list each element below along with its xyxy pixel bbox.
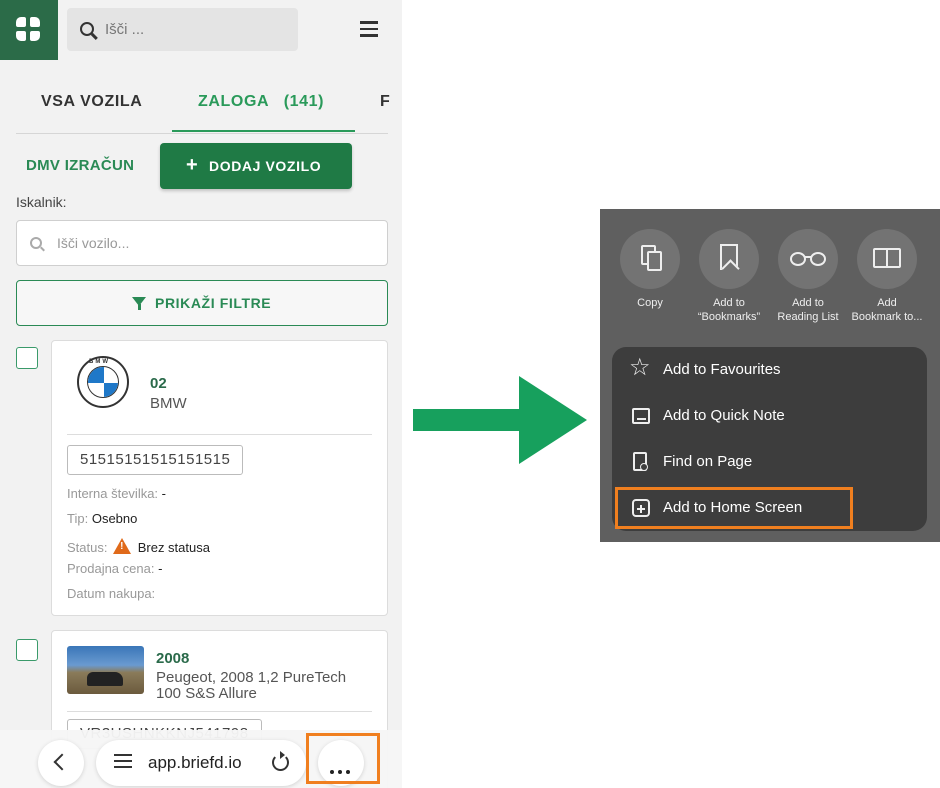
price-value: - <box>158 561 163 576</box>
app-logo[interactable] <box>0 0 58 60</box>
reload-icon[interactable] <box>272 751 289 771</box>
highlight-add-to-home-screen <box>615 487 853 529</box>
share-action-bookmark-to[interactable]: Add Bookmark to... <box>847 229 927 324</box>
share-action-copy[interactable]: Copy <box>610 229 690 310</box>
type-label: Tip: <box>67 511 89 526</box>
plus-icon: + <box>186 154 199 176</box>
vehicle-description-line2: 100 S&S Allure <box>156 685 257 702</box>
status-label: Status: <box>67 540 108 555</box>
glasses-icon <box>790 252 806 266</box>
tab-partial[interactable]: F <box>380 93 390 111</box>
type-value: Osebno <box>91 511 138 526</box>
status-row: Status: Brez statusa <box>67 536 210 555</box>
vehicle-checkbox[interactable] <box>16 639 38 661</box>
menu-item-label: Find on Page <box>663 453 753 470</box>
vehicle-checkbox[interactable] <box>16 347 38 369</box>
tab-all-vehicles[interactable]: VSA VOZILA <box>41 93 142 111</box>
share-action-label: Copy <box>637 297 663 309</box>
search-icon <box>80 22 94 36</box>
share-action-label: Reading List <box>777 311 839 323</box>
menu-item-label: Add to Favourites <box>663 361 781 378</box>
tab-stock[interactable]: ZALOGA (141) <box>198 93 324 111</box>
vehicle-title[interactable]: 2008 <box>156 650 189 667</box>
warning-icon <box>113 538 132 554</box>
share-action-label: “Bookmarks” <box>697 311 761 323</box>
share-action-label: Bookmark to... <box>851 311 923 323</box>
book-icon <box>873 248 901 268</box>
vehicle-search-placeholder: Išči vozilo... <box>57 235 130 251</box>
bmw-logo: BMW <box>77 356 129 408</box>
card-divider <box>67 711 372 712</box>
url-text: app.briefd.io <box>148 753 242 772</box>
search-icon <box>30 237 42 249</box>
purchase-date-label: Datum nakupa: <box>67 586 156 601</box>
star-icon: ☆ <box>629 354 651 381</box>
price-row: Prodajna cena: - <box>67 561 162 576</box>
highlight-more-button <box>306 733 380 784</box>
add-vehicle-label: DODAJ VOZILO <box>209 158 322 174</box>
type-row: Tip: Osebno <box>67 511 137 526</box>
vehicle-photo <box>67 646 144 694</box>
screenshot-composite: Išči ... VSA VOZILA ZALOGA (141) F DMV I… <box>0 0 940 788</box>
search-label: Iskalnik: <box>16 194 67 210</box>
vehicle-vin: 51515151515151515 <box>67 445 244 475</box>
show-filters-label: PRIKAŽI FILTRE <box>155 295 272 311</box>
dmv-calc-link[interactable]: DMV IZRAČUN <box>26 157 134 174</box>
share-action-label: Add <box>877 297 897 309</box>
purchase-date-row: Datum nakupa: <box>67 586 155 601</box>
address-bar[interactable]: app.briefd.io <box>96 740 306 786</box>
menu-item-add-to-favourites[interactable]: ☆ Add to Favourites <box>612 347 927 393</box>
filter-icon <box>132 297 146 310</box>
global-search-input[interactable]: Išči ... <box>67 8 298 51</box>
internal-number-row: Interna številka: - <box>67 486 166 501</box>
vehicle-description-line1: Peugeot, 2008 1,2 PureTech <box>156 669 347 686</box>
vehicle-make: BMW <box>150 395 187 412</box>
back-button[interactable] <box>38 740 84 786</box>
vehicle-card[interactable]: BMW 02 BMW 51515151515151515 Interna šte… <box>51 340 388 616</box>
card-divider <box>67 434 372 435</box>
add-vehicle-button[interactable]: + DODAJ VOZILO <box>160 143 352 189</box>
share-action-label: Add to <box>792 297 824 309</box>
internal-number-label: Interna številka: <box>67 486 159 501</box>
vehicle-search-input[interactable]: Išči vozilo... <box>16 220 388 266</box>
share-action-reading-list[interactable]: Add to Reading List <box>768 229 848 324</box>
top-bar: Išči ... <box>0 0 402 60</box>
internal-number-value: - <box>161 486 167 501</box>
vehicle-tabs: VSA VOZILA ZALOGA (141) F <box>16 60 390 134</box>
mobile-app-screen: Išči ... VSA VOZILA ZALOGA (141) F DMV I… <box>0 0 402 788</box>
share-action-label: Add to <box>713 297 745 309</box>
share-action-bookmarks[interactable]: Add to “Bookmarks” <box>689 229 769 324</box>
status-value: Brez statusa <box>137 540 210 555</box>
find-on-page-icon <box>633 452 648 471</box>
price-label: Prodajna cena: <box>67 561 155 576</box>
page-menu-icon[interactable] <box>114 754 132 772</box>
menu-item-add-to-quick-note[interactable]: Add to Quick Note <box>612 393 927 439</box>
active-tab-indicator <box>172 130 355 132</box>
chevron-left-icon <box>53 753 71 771</box>
quick-note-icon <box>632 408 650 424</box>
show-filters-button[interactable]: PRIKAŽI FILTRE <box>16 280 388 326</box>
menu-item-label: Add to Quick Note <box>663 407 785 424</box>
hamburger-menu-icon[interactable] <box>360 21 378 37</box>
vehicle-title[interactable]: 02 <box>150 375 167 392</box>
global-search-placeholder: Išči ... <box>105 21 145 38</box>
bookmark-icon <box>720 244 738 270</box>
menu-item-find-on-page[interactable]: Find on Page <box>612 439 927 485</box>
